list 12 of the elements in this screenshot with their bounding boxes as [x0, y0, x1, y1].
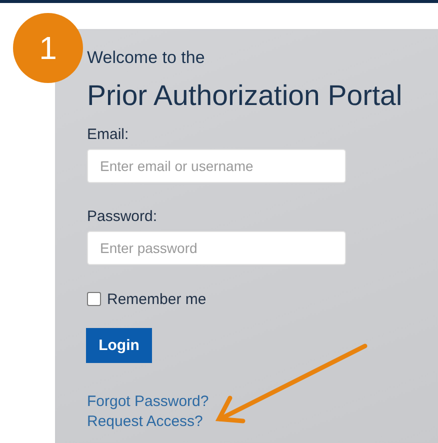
- remember-checkbox[interactable]: [87, 292, 101, 306]
- remember-label: Remember me: [107, 290, 206, 308]
- step-number-badge: 1: [13, 13, 83, 83]
- field-label: Email:: [87, 127, 129, 143]
- login-button[interactable]: Login: [86, 328, 152, 363]
- input-field[interactable]: Enter email or username: [87, 149, 346, 183]
- input-field[interactable]: Enter password: [87, 231, 346, 265]
- link[interactable]: Request Access?: [87, 414, 203, 430]
- field-label: Password:: [87, 209, 158, 225]
- link[interactable]: Forgot Password?: [87, 394, 209, 410]
- welcome-text: Welcome to the: [87, 48, 205, 68]
- portal-title: Prior Authorization Portal: [87, 80, 402, 112]
